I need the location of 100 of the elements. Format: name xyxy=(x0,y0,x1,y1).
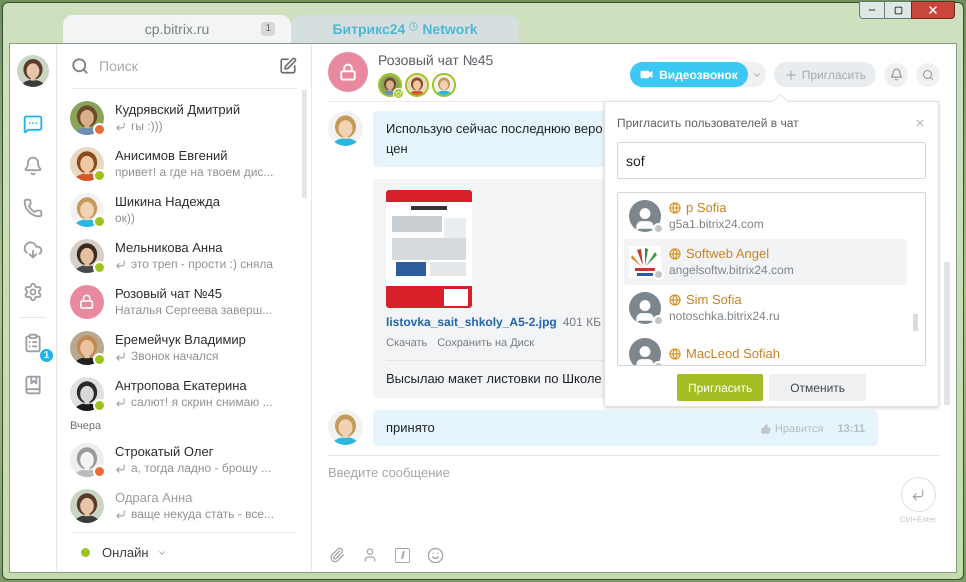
result-item[interactable]: p Sofia g5a1.bitrix24.com xyxy=(624,193,907,239)
search-field[interactable]: sof xyxy=(617,142,926,179)
result-name: MacLeod Sofiah xyxy=(686,346,780,362)
enter-icon xyxy=(911,488,925,502)
search-icon xyxy=(922,68,934,80)
maximize-button[interactable] xyxy=(885,1,911,19)
contact-item[interactable]: Антропова Екатерина салют! я скрин снимаю ... xyxy=(70,371,302,417)
bell-icon xyxy=(890,68,902,81)
send-hint: Ctrl+Enter xyxy=(900,514,936,526)
scrollbar-thumb[interactable] xyxy=(302,90,307,198)
user-icon[interactable] xyxy=(362,547,378,563)
globe-icon xyxy=(669,248,681,260)
contact-item[interactable]: Анисимов Евгений привет! а где на твоем дис... xyxy=(70,141,302,187)
result-domain: g5a1.bitrix24.com xyxy=(669,216,764,232)
scrollbar-thumb[interactable] xyxy=(944,262,950,405)
invite-confirm-button[interactable]: Пригласить xyxy=(676,374,764,401)
file-action-link[interactable]: Сохранить на Диск xyxy=(437,335,534,352)
slash-command-icon[interactable] xyxy=(395,548,410,562)
message-preview: привет! а где на твоем дис... xyxy=(115,164,274,181)
clock-icon xyxy=(409,22,418,31)
contact-name: Анисимов Евгений xyxy=(115,147,229,164)
result-item[interactable]: Sim Sofia notoschka.bitrix24.ru xyxy=(624,285,907,331)
contact-item[interactable]: Мельникова Анна это треп - прости :) сняла xyxy=(70,233,302,279)
contact-item[interactable]: Строкатый Олег а, тогда ладно - брошу ... xyxy=(70,437,302,483)
notifications-button[interactable] xyxy=(884,62,908,86)
paperclip-icon[interactable] xyxy=(329,547,345,563)
contact-name: Кудрявский Дмитрий xyxy=(115,101,240,118)
message-input[interactable]: Введите сообщение xyxy=(328,456,896,538)
contact-name: Еремейчук Владимир xyxy=(115,331,246,348)
message-preview: Звонок начался xyxy=(131,348,219,365)
result-name: Softweb Angel xyxy=(686,246,770,262)
maximize-icon xyxy=(894,6,902,14)
globe-icon xyxy=(669,348,681,360)
result-item[interactable]: MacLeod Sofiah xyxy=(624,331,907,365)
message-preview: ваще некуда стать - все... xyxy=(131,506,274,523)
close-icon[interactable] xyxy=(914,117,926,129)
search-icon xyxy=(71,57,89,75)
message-text: Высылаю макет листовки по Школе xyxy=(386,370,602,388)
popup-title: Пригласить пользователей в чат xyxy=(617,115,800,132)
contact-name: Розовый чат №45 xyxy=(115,285,224,302)
contact-name: Шикина Надежда xyxy=(115,193,220,210)
contact-item[interactable]: Еремейчук Владимир Звонок начался xyxy=(70,325,302,371)
presence-dropdown[interactable]: Онлайн xyxy=(102,542,167,562)
file-action-link[interactable]: Скачать xyxy=(386,335,428,352)
reply-icon xyxy=(115,259,126,270)
search-field[interactable]: Поиск xyxy=(99,56,279,76)
contact-item[interactable]: Одрага Анна ваще некуда стать - все... xyxy=(70,483,302,529)
contact-name: Антропова Екатерина xyxy=(115,377,248,394)
chat-title: Розовый чат №45 xyxy=(378,51,494,70)
lock-icon xyxy=(339,63,357,81)
message-text: Использую сейчас последнюю веро xyxy=(386,120,603,138)
result-name: Sim Sofia xyxy=(686,292,742,308)
result-domain: angelsoftw.bitrix24.com xyxy=(669,262,794,278)
message-preview: а, тогда ладно - брошу ... xyxy=(131,460,272,477)
message-time: 13:11 xyxy=(837,422,865,436)
cancel-button[interactable]: Отменить xyxy=(769,374,866,401)
count-badge: 1 xyxy=(261,22,275,36)
message-preview: салют! я скрин снимаю ... xyxy=(131,394,273,411)
message-preview: Наталья Сергеева заверш... xyxy=(115,302,272,319)
count-badge: 1 xyxy=(39,348,54,363)
close-icon xyxy=(927,4,939,16)
message-text: принято xyxy=(386,418,435,437)
contact-item[interactable]: Розовый чат №45 Наталья Сергеева заверш... xyxy=(70,279,302,325)
result-name: p Sofia xyxy=(686,200,726,216)
thumbs-up-icon xyxy=(760,424,771,434)
phone-icon[interactable] xyxy=(21,196,45,220)
search-button[interactable] xyxy=(916,62,940,86)
contact-name: Мельникова Анна xyxy=(115,239,224,256)
file-link[interactable]: listovka_sait_shkoly_A5-2.jpg xyxy=(386,313,557,331)
contact-item[interactable]: Шикина Надежда ок)) xyxy=(70,187,302,233)
camera-icon xyxy=(640,68,654,81)
reply-icon xyxy=(115,509,126,520)
message-preview: это треп - прости :) сняла xyxy=(131,256,274,273)
globe-icon xyxy=(669,294,681,306)
contact-name: Строкатый Олег xyxy=(115,443,214,460)
member-avatar[interactable] xyxy=(405,73,429,97)
globe-icon xyxy=(669,202,681,214)
compose-icon[interactable] xyxy=(279,57,297,75)
scrollbar-thumb[interactable] xyxy=(913,314,918,331)
lock-icon xyxy=(79,294,95,310)
minimize-button[interactable] xyxy=(859,1,885,19)
file-size: 401 КБ xyxy=(562,314,601,331)
result-domain: notoschka.bitrix24.ru xyxy=(669,308,780,324)
plus-icon xyxy=(784,68,798,82)
send-button[interactable] xyxy=(900,477,936,512)
reply-icon xyxy=(115,397,126,408)
member-avatar[interactable] xyxy=(378,73,402,97)
smile-icon[interactable] xyxy=(427,546,444,564)
section-label: Вчера xyxy=(70,419,102,434)
browser-tab[interactable]: cp.bitrix.ru 1 xyxy=(63,15,291,43)
reply-icon xyxy=(115,121,126,132)
reply-icon xyxy=(115,351,126,362)
contact-name: Одрага Анна xyxy=(115,489,194,506)
message-preview: ок)) xyxy=(115,210,135,227)
close-button[interactable] xyxy=(911,1,955,19)
message-text: цен xyxy=(386,140,408,158)
contact-item[interactable]: Кудрявский Дмитрий гы :))) xyxy=(70,95,302,141)
message-preview: гы :))) xyxy=(131,118,163,135)
reply-icon xyxy=(115,463,126,474)
result-item[interactable]: Softweb Angel angelsoftw.bitrix24.com xyxy=(624,239,907,285)
